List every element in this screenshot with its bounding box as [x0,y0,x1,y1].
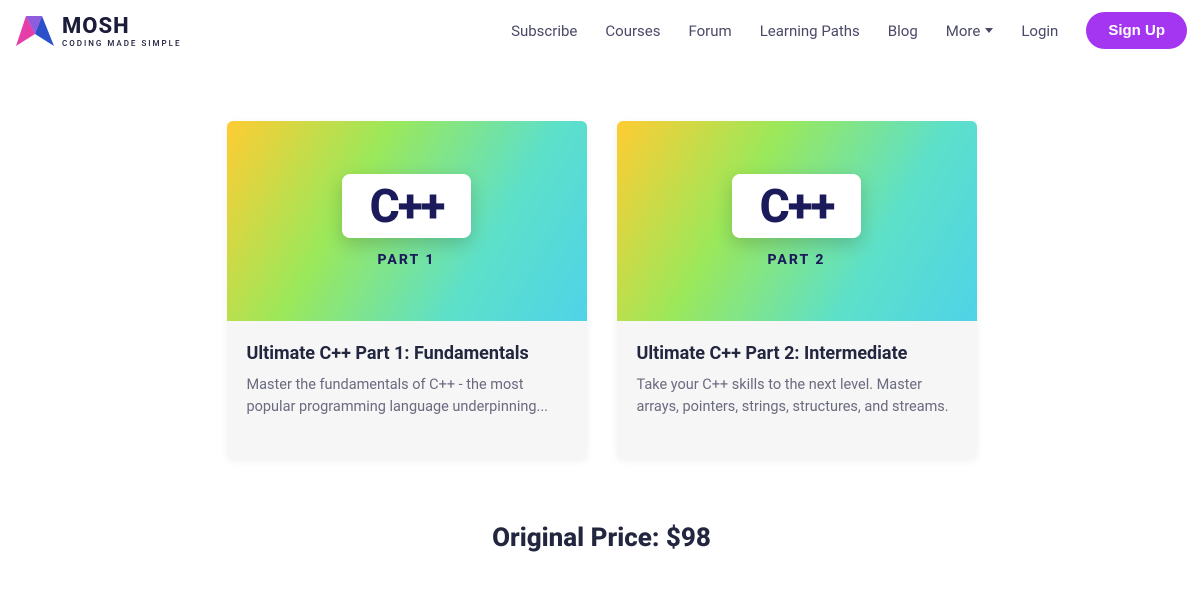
logo[interactable]: MOSH CODING MADE SIMPLE [16,14,182,48]
course-title: Ultimate C++ Part 1: Fundamentals [247,343,567,364]
logo-icon [16,16,54,46]
course-description: Take your C++ skills to the next level. … [637,374,957,419]
part-label: PART 1 [378,252,436,268]
course-thumbnail: C++ PART 2 [617,121,977,321]
cpp-badge: C++ [342,174,472,238]
course-card-part2[interactable]: C++ PART 2 Ultimate C++ Part 2: Intermed… [617,121,977,459]
cpp-logo-text: C++ [760,184,834,230]
original-price: Original Price: $98 [122,523,1082,553]
nav-subscribe[interactable]: Subscribe [511,22,577,40]
nav-login[interactable]: Login [1021,22,1058,40]
nav-more-label: More [946,22,981,40]
signup-button[interactable]: Sign Up [1086,12,1187,49]
course-thumbnail: C++ PART 1 [227,121,587,321]
site-header: MOSH CODING MADE SIMPLE Subscribe Course… [0,0,1203,61]
main-nav: Subscribe Courses Forum Learning Paths B… [511,12,1187,49]
part-label: PART 2 [768,252,826,268]
nav-forum[interactable]: Forum [688,22,731,40]
course-card-part1[interactable]: C++ PART 1 Ultimate C++ Part 1: Fundamen… [227,121,587,459]
nav-blog[interactable]: Blog [888,22,918,40]
course-description: Master the fundamentals of C++ - the mos… [247,374,567,419]
cpp-badge: C++ [732,174,862,238]
card-body: Ultimate C++ Part 2: Intermediate Take y… [617,321,977,459]
nav-courses[interactable]: Courses [605,22,660,40]
card-body: Ultimate C++ Part 1: Fundamentals Master… [227,321,587,459]
nav-more[interactable]: More [946,22,994,40]
cpp-logo-text: C++ [370,184,444,230]
course-cards: C++ PART 1 Ultimate C++ Part 1: Fundamen… [122,121,1082,459]
nav-learning-paths[interactable]: Learning Paths [760,22,860,40]
logo-text: MOSH CODING MADE SIMPLE [62,14,182,48]
main-content: C++ PART 1 Ultimate C++ Part 1: Fundamen… [122,121,1082,553]
brand-tagline: CODING MADE SIMPLE [62,39,182,48]
chevron-down-icon [985,28,993,33]
course-title: Ultimate C++ Part 2: Intermediate [637,343,957,364]
brand-name: MOSH [62,14,182,39]
